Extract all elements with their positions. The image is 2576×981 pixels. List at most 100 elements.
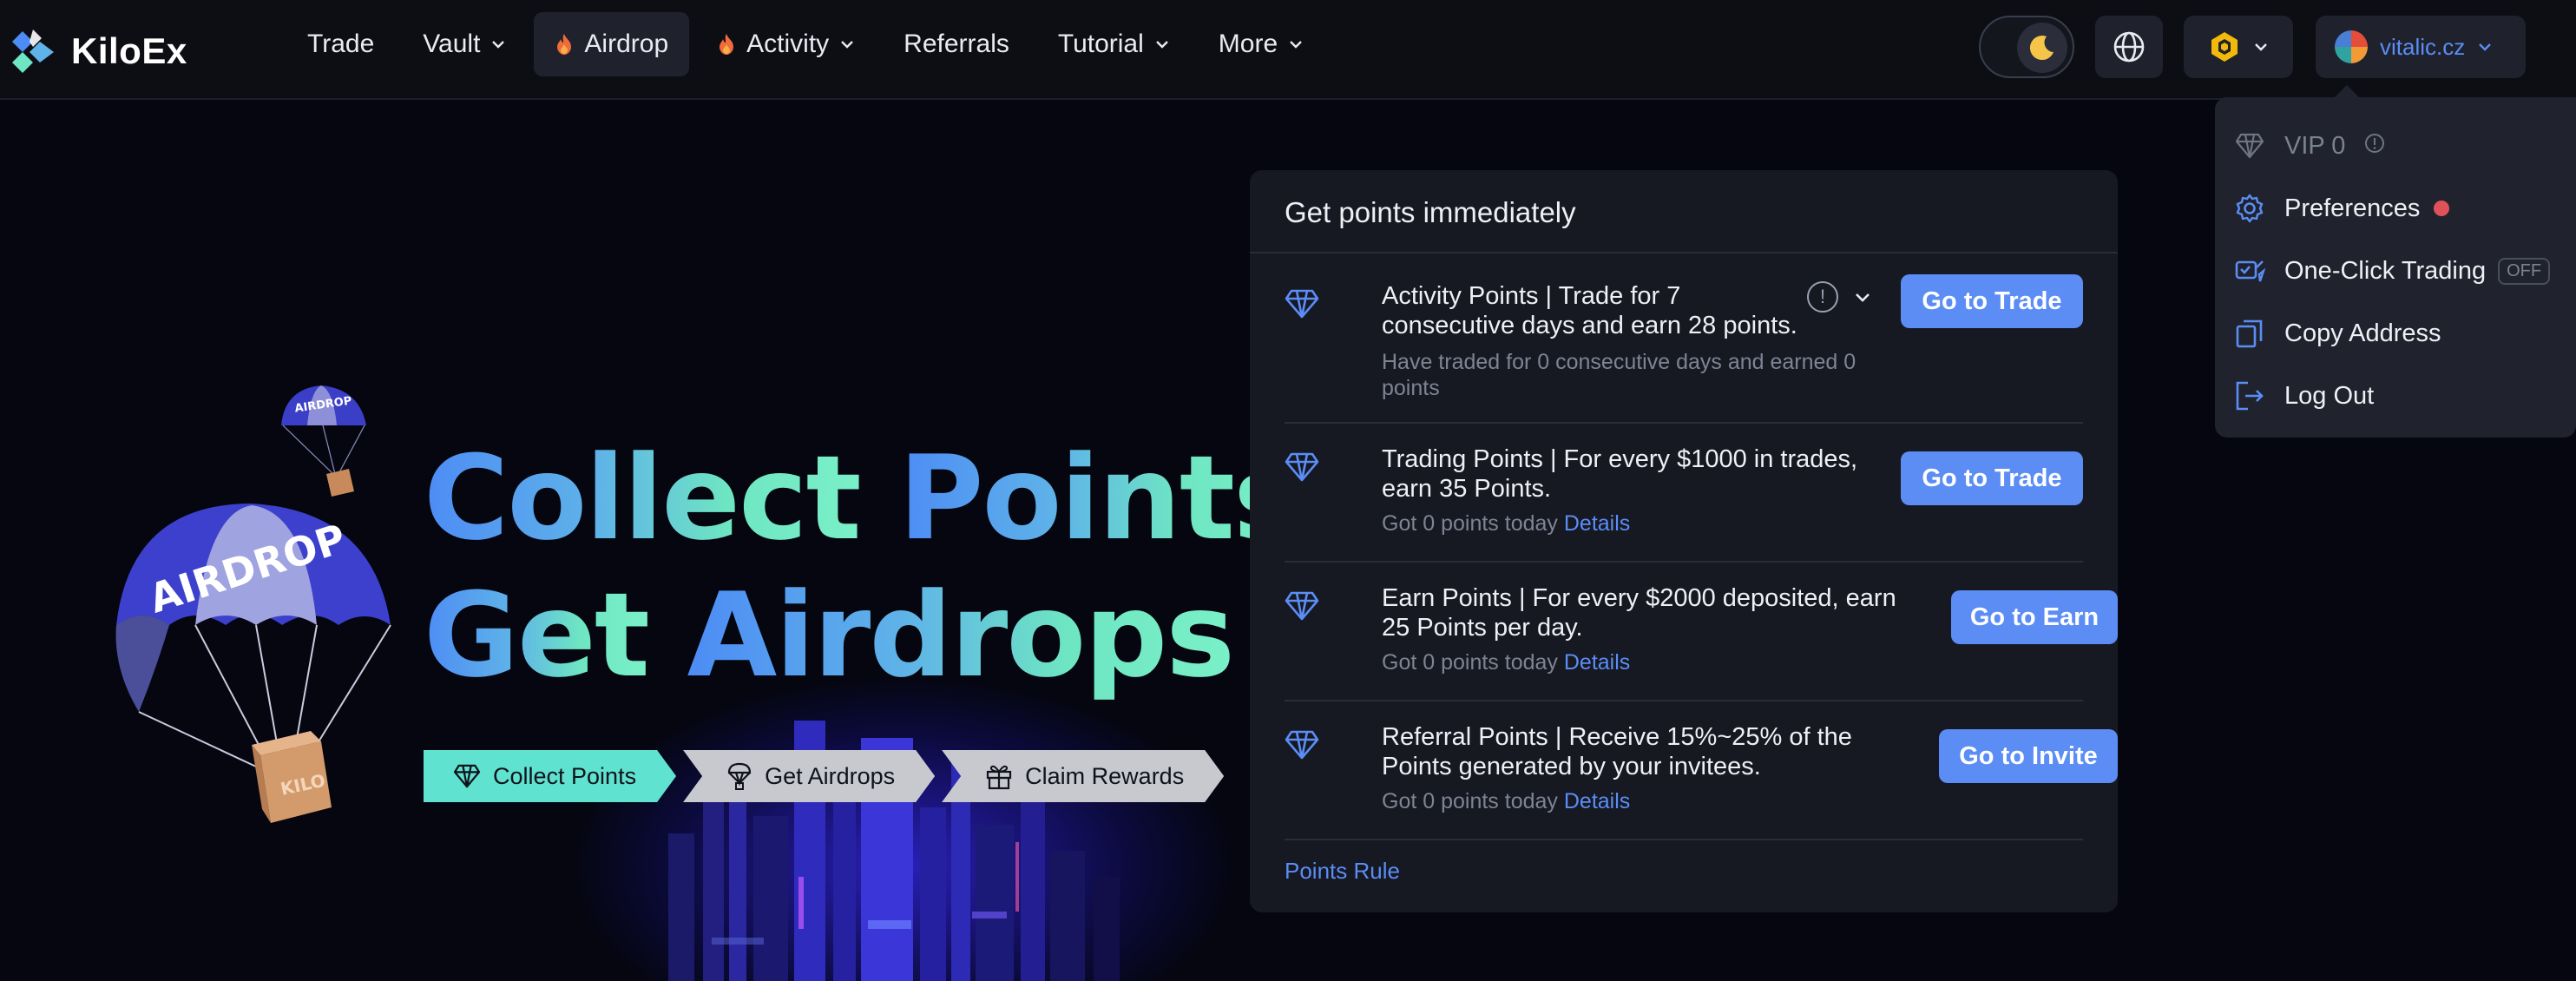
parachute-icon xyxy=(726,762,752,790)
gift-icon xyxy=(985,762,1013,790)
hero-word-points: Points xyxy=(898,431,1302,566)
task-referral-title-line-1: Referral Points | Receive 15%~25% of the xyxy=(1382,723,1852,751)
task-activity-status: Have traded for 0 consecutive days and e… xyxy=(1382,349,1856,401)
go-to-earn-button[interactable]: Go to Earn xyxy=(1951,590,2118,644)
copy-address-item[interactable]: Copy Address xyxy=(2215,302,2576,365)
step-get-airdrops-label: Get Airdrops xyxy=(765,762,896,789)
task-referral-details-link[interactable]: Details xyxy=(1564,789,1630,813)
gear-icon xyxy=(2234,193,2265,224)
hero-headline-line-2: Get Airdrops xyxy=(424,567,1301,704)
globe-icon xyxy=(2113,31,2145,63)
diamond-icon xyxy=(453,764,481,788)
diamond-icon xyxy=(1285,289,1319,319)
task-trading-details-link[interactable]: Details xyxy=(1564,511,1630,536)
nav-vault[interactable]: Vault xyxy=(402,12,527,76)
one-click-trading-label: One-Click Trading xyxy=(2284,256,2487,285)
task-activity-points: Activity Points | Trade for 7 consecutiv… xyxy=(1285,274,2083,429)
account-dropdown-menu: VIP 0 Preferences One-Click Trading OFF … xyxy=(2215,85,2576,438)
kiloex-logo-icon xyxy=(12,30,54,73)
card-title: Get points immediately xyxy=(1250,170,2118,253)
one-click-trading-state-badge[interactable]: OFF xyxy=(2498,257,2551,285)
brand-name: KiloEx xyxy=(71,30,187,71)
nav-tutorial-label: Tutorial xyxy=(1057,30,1144,58)
top-navigation-bar: KiloEx Trade Vault Airdrop Activity Refe… xyxy=(0,0,2576,100)
go-to-invite-button[interactable]: Go to Invite xyxy=(1939,729,2118,783)
task-earn-status: Got 0 points today Details xyxy=(1382,649,1630,675)
vip-level-item: VIP 0 xyxy=(2215,115,2576,177)
nav-activity[interactable]: Activity xyxy=(696,12,876,76)
network-selector[interactable] xyxy=(2184,16,2293,78)
copy-address-label: Copy Address xyxy=(2284,319,2441,347)
account-button[interactable]: vitalic.cz xyxy=(2316,16,2526,78)
task-divider xyxy=(1285,700,2083,701)
log-out-icon xyxy=(2234,380,2265,411)
nav-tutorial[interactable]: Tutorial xyxy=(1037,12,1191,76)
log-out-item[interactable]: Log Out xyxy=(2215,365,2576,427)
step-collect-points: Collect Points xyxy=(424,750,676,802)
nav-more[interactable]: More xyxy=(1198,12,1324,76)
chevron-down-icon xyxy=(1290,41,1302,49)
task-earn-points: Earn Points | For every $2000 deposited,… xyxy=(1285,583,2118,696)
neon-city-illustration xyxy=(668,721,1120,981)
task-activity-status-line-2: points xyxy=(1382,376,1440,400)
fire-icon xyxy=(557,34,572,55)
nav-referrals-label: Referrals xyxy=(904,30,1009,58)
nav-trade-label: Trade xyxy=(307,30,375,58)
kiloex-logo[interactable]: KiloEx xyxy=(10,26,187,76)
points-rule-link[interactable]: Points Rule xyxy=(1285,858,1400,885)
hero-headline-line-1: Collect Points xyxy=(424,430,1303,567)
small-parachute-illustration: AIRDROP xyxy=(281,385,366,497)
nav-vault-label: Vault xyxy=(423,30,481,58)
expand-chevron-icon[interactable] xyxy=(1852,286,1873,307)
diamond-icon xyxy=(1285,591,1319,621)
task-trading-status-text: Got 0 points today xyxy=(1382,511,1558,536)
task-referral-status-text: Got 0 points today xyxy=(1382,789,1558,813)
task-trading-points: Trading Points | For every $1000 in trad… xyxy=(1285,444,2083,557)
hero-word-airdrops: Airdrops xyxy=(687,568,1235,703)
account-name: vitalic.cz xyxy=(2380,33,2466,60)
airdrop-steps: Collect Points Get Airdrops Claim Reward… xyxy=(424,750,1224,802)
copy-icon xyxy=(2234,318,2265,349)
task-earn-details-link[interactable]: Details xyxy=(1564,650,1630,675)
task-trading-status: Got 0 points today Details xyxy=(1382,510,1630,537)
task-earn-title-line-2: 25 Points per day. xyxy=(1382,614,1583,642)
vip-level-label: VIP 0 xyxy=(2284,131,2346,160)
nav-referrals[interactable]: Referrals xyxy=(883,12,1030,76)
info-icon[interactable]: ! xyxy=(1807,281,1838,313)
task-divider xyxy=(1285,839,2083,840)
bnb-chain-icon xyxy=(2211,32,2238,62)
go-to-trade-button[interactable]: Go to Trade xyxy=(1901,451,2083,505)
avatar xyxy=(2335,30,2368,63)
hero-word-collect: Collect xyxy=(424,431,862,566)
log-out-label: Log Out xyxy=(2284,381,2375,410)
preferences-label: Preferences xyxy=(2284,194,2421,222)
nav-trade[interactable]: Trade xyxy=(286,12,395,76)
notification-dot xyxy=(2434,201,2450,216)
large-parachute-illustration: AIRDROP KILO xyxy=(115,504,391,823)
task-activity-title-line-1: Activity Points | Trade for 7 xyxy=(1382,282,1681,310)
info-icon[interactable] xyxy=(2364,132,2385,161)
one-click-trading-item[interactable]: One-Click Trading OFF xyxy=(2215,240,2576,302)
task-activity-title: Activity Points | Trade for 7 consecutiv… xyxy=(1382,281,1797,340)
chevron-down-icon xyxy=(492,41,505,49)
chevron-down-icon xyxy=(841,41,854,49)
language-button[interactable] xyxy=(2095,16,2163,78)
task-trading-title-line-2: earn 35 Points. xyxy=(1382,475,1552,503)
nav-airdrop[interactable]: Airdrop xyxy=(534,12,690,76)
nav-more-label: More xyxy=(1218,30,1278,58)
go-to-trade-button[interactable]: Go to Trade xyxy=(1901,274,2083,328)
hero-headline: Collect Points Get Airdrops xyxy=(424,430,1303,704)
task-trading-title: Trading Points | For every $1000 in trad… xyxy=(1382,444,1857,504)
step-claim-rewards: Claim Rewards xyxy=(942,750,1224,802)
task-divider xyxy=(1285,422,2083,424)
theme-toggle[interactable] xyxy=(1979,16,2074,78)
diamond-icon xyxy=(2234,130,2265,161)
preferences-item[interactable]: Preferences xyxy=(2215,177,2576,240)
step-claim-rewards-label: Claim Rewards xyxy=(1025,762,1185,789)
chevron-down-icon xyxy=(1155,41,1168,49)
chevron-down-icon xyxy=(2479,43,2492,51)
nav-activity-label: Activity xyxy=(746,30,830,58)
task-referral-points: Referral Points | Receive 15%~25% of the… xyxy=(1285,722,2118,835)
chevron-down-icon xyxy=(2255,43,2267,51)
moon-icon xyxy=(2017,23,2067,73)
